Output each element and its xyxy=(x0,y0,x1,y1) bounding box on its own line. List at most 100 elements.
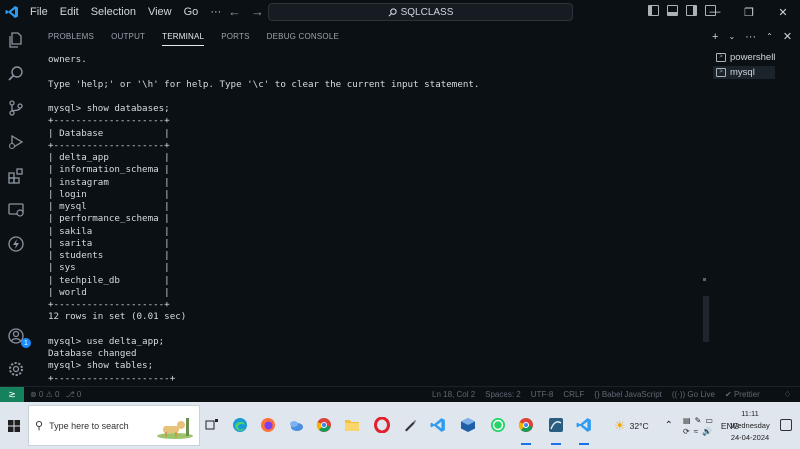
file-explorer-icon[interactable] xyxy=(342,415,362,435)
terminal-scrollbar[interactable] xyxy=(703,296,709,342)
mysql-workbench-icon[interactable] xyxy=(546,415,566,445)
menu-view[interactable]: View xyxy=(142,0,178,24)
tab-problems[interactable]: PROBLEMS xyxy=(48,32,94,46)
line-endings[interactable]: CRLF xyxy=(563,390,584,399)
terminal-output[interactable]: owners. Type 'help;' or '\h' for help. T… xyxy=(48,54,688,385)
terminal-line: | sarita | xyxy=(48,237,170,249)
remote-explorer-icon[interactable] xyxy=(4,198,28,222)
language-mode[interactable]: {} Babel JavaScript xyxy=(594,390,662,399)
edge-browser-icon[interactable] xyxy=(230,415,250,435)
taskbar-search[interactable]: ⚲ Type here to search xyxy=(28,405,200,446)
menu-bar: File Edit Selection View Go ··· xyxy=(24,0,227,24)
more-actions-icon[interactable]: ··· xyxy=(745,31,756,43)
terminal-line: +--------------------+ xyxy=(48,139,170,151)
pen-tray-icon[interactable]: ✎ xyxy=(695,416,702,425)
menu-more[interactable]: ··· xyxy=(204,0,227,24)
weather-temperature[interactable]: 32°C xyxy=(630,421,649,431)
battery-icon[interactable]: ▭ xyxy=(705,416,713,425)
terminal-line: | world | xyxy=(48,286,170,298)
terminal-item-powershell[interactable]: > powershell xyxy=(716,52,775,63)
terminal-line: | performance_schema | xyxy=(48,213,170,225)
tab-terminal[interactable]: TERMINAL xyxy=(162,32,205,46)
wifi-icon[interactable]: ≈ xyxy=(694,427,698,436)
chrome-profile-icon[interactable] xyxy=(516,415,536,445)
virtualbox-icon[interactable] xyxy=(458,415,478,435)
terminal-line: | information_schema | xyxy=(48,164,170,176)
menu-selection[interactable]: Selection xyxy=(85,0,142,24)
terminal-line: mysql> show databases; xyxy=(48,103,170,114)
tray-chevron-up-icon[interactable]: ⌃ xyxy=(665,420,673,431)
extensions-icon[interactable] xyxy=(4,164,28,188)
new-terminal-icon[interactable]: + xyxy=(712,31,718,43)
remote-indicator-icon[interactable]: ≳ xyxy=(0,387,24,402)
close-panel-icon[interactable]: ✕ xyxy=(783,30,792,43)
network-icon[interactable]: ▤ xyxy=(683,416,691,425)
restore-icon[interactable]: ❐ xyxy=(732,0,766,24)
activity-bar: 1 xyxy=(0,24,32,386)
accounts-icon[interactable]: 1 xyxy=(4,324,31,348)
ports-status[interactable]: ⎇ 0 xyxy=(65,390,81,399)
terminal-line: Database changed xyxy=(48,348,137,359)
prettier-status[interactable]: ✔ Prettier xyxy=(725,390,760,399)
run-debug-icon[interactable] xyxy=(4,130,28,154)
problems-status[interactable]: ⊗ 0 ⚠ 0 xyxy=(30,390,59,399)
command-center-search[interactable]: SQLCLASS xyxy=(268,3,573,21)
tab-output[interactable]: OUTPUT xyxy=(111,32,145,46)
terminal-item-mysql[interactable]: > mysql xyxy=(713,66,775,79)
terminal-line: | techpile_db | xyxy=(48,274,170,286)
chrome-icon[interactable] xyxy=(314,415,334,435)
notifications-bell-icon[interactable]: ♢ xyxy=(784,390,791,399)
tab-ports[interactable]: PORTS xyxy=(221,32,249,46)
search-icon xyxy=(388,7,397,16)
accounts-badge: 1 xyxy=(21,338,31,348)
toggle-secondary-sidebar-icon[interactable] xyxy=(686,5,697,16)
windows-start-icon[interactable] xyxy=(0,402,28,449)
encoding[interactable]: UTF-8 xyxy=(531,390,554,399)
sync-icon[interactable]: ⟳ xyxy=(683,427,690,436)
status-right: Ln 18, Col 2 Spaces: 2 UTF-8 CRLF {} Bab… xyxy=(432,390,760,399)
forward-arrow-icon[interactable]: → xyxy=(251,4,264,19)
tab-debug-console[interactable]: DEBUG CONSOLE xyxy=(267,32,339,46)
terminal-line: +--------------------+ xyxy=(48,299,170,310)
close-icon[interactable]: ✕ xyxy=(766,0,800,24)
settings-gear-icon[interactable] xyxy=(4,357,28,381)
vscode-active-taskbar-icon[interactable] xyxy=(574,415,594,445)
maximize-panel-icon[interactable]: ⌃ xyxy=(766,32,773,41)
volume-icon[interactable]: 🔊 xyxy=(702,427,712,436)
minimize-icon[interactable]: — xyxy=(698,0,732,24)
explorer-icon[interactable] xyxy=(4,28,28,52)
firefox-icon[interactable] xyxy=(258,415,278,435)
weather-app-icon[interactable] xyxy=(286,415,306,435)
vscode-taskbar-icon[interactable] xyxy=(428,415,448,435)
terminal-line: | instagram | xyxy=(48,176,170,188)
pen-tool-icon[interactable] xyxy=(400,415,420,435)
indentation[interactable]: Spaces: 2 xyxy=(485,390,521,399)
go-live-button[interactable]: ((·)) Go Live xyxy=(672,390,715,399)
taskbar-clock[interactable]: 11:11 Wednesday 24-04-2024 xyxy=(730,408,770,444)
toggle-panel-icon[interactable] xyxy=(667,5,678,16)
menu-go[interactable]: Go xyxy=(178,0,205,24)
terminal-line: | sakila | xyxy=(48,225,170,237)
source-control-icon[interactable] xyxy=(4,96,28,120)
task-view-icon[interactable] xyxy=(202,415,222,435)
toggle-primary-sidebar-icon[interactable] xyxy=(648,5,659,16)
back-arrow-icon[interactable]: ← xyxy=(228,4,241,19)
dropdown-chevron-icon[interactable]: ⌄ xyxy=(728,32,735,41)
weather-sun-icon[interactable]: ☀ xyxy=(614,418,626,434)
menu-file[interactable]: File xyxy=(24,0,54,24)
cursor-position[interactable]: Ln 18, Col 2 xyxy=(432,390,475,399)
notification-center-icon[interactable] xyxy=(780,419,792,431)
system-tray: ☀ 32°C ⌃ ▤ ✎ ▭ ⟳ ≈ 🔊 ENG xyxy=(614,402,739,449)
title-bar: File Edit Selection View Go ··· ← → SQLC… xyxy=(0,0,800,24)
thunder-client-icon[interactable] xyxy=(4,232,28,256)
opera-icon[interactable] xyxy=(372,415,392,435)
whatsapp-icon[interactable] xyxy=(488,415,508,435)
search-icon[interactable] xyxy=(4,62,28,86)
search-icon: ⚲ xyxy=(35,420,44,432)
terminal-line: Type 'help;' or '\h' for help. Type '\c'… xyxy=(48,78,480,90)
windows-taskbar: ⚲ Type here to search ☀ 32°C ⌃ ▤ ✎ ▭ ⟳ ≈… xyxy=(0,402,800,449)
menu-edit[interactable]: Edit xyxy=(54,0,85,24)
